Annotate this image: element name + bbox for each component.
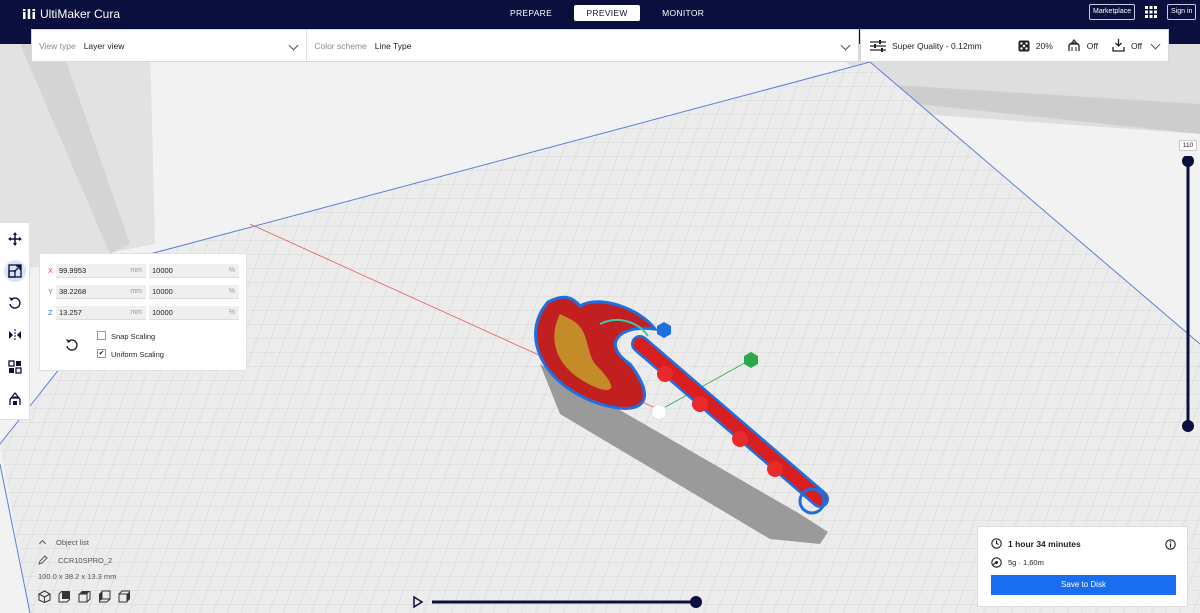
profile-name: Super Quality - 0.12mm — [892, 40, 982, 51]
snap-scaling-label: Snap Scaling — [111, 332, 156, 341]
layer-slider-bottom-handle[interactable] — [1182, 420, 1194, 432]
left-view-icon[interactable] — [98, 590, 111, 603]
printer-name: CCR10SPRO_2 — [58, 555, 113, 565]
adhesion-item: Off — [1112, 39, 1142, 52]
simulation-slider[interactable] — [410, 593, 710, 609]
tab-prepare[interactable]: PREPARE — [498, 5, 564, 21]
app-logo: UltiMaker Cura — [22, 7, 120, 21]
support-icon — [1068, 39, 1080, 51]
move-tool[interactable] — [4, 228, 26, 250]
app-title: UltiMaker Cura — [40, 7, 121, 21]
view-options-bar: View type Layer view Color scheme Line T… — [31, 29, 859, 62]
reset-scale-icon[interactable] — [65, 338, 79, 352]
save-to-disk-button[interactable]: Save to Disk — [991, 575, 1176, 595]
clock-icon — [991, 538, 1002, 549]
model-dimensions: 100.0 x 38.2 x 13.3 mm — [38, 572, 117, 581]
scale-row-z: Z 13.257 mm 10000% — [40, 306, 248, 320]
apps-grid-icon[interactable] — [1145, 6, 1157, 18]
scale-x-percent-input[interactable]: 10000% — [149, 264, 239, 278]
play-icon[interactable] — [413, 595, 424, 609]
scale-icon — [8, 264, 22, 278]
sign-in-button[interactable]: Sign in — [1167, 4, 1197, 20]
settings-sliders-icon — [870, 39, 886, 52]
snap-scaling-checkbox[interactable] — [97, 331, 106, 340]
axis-label-x: X — [48, 266, 54, 275]
print-time-row: 1 hour 34 minutes — [991, 538, 1081, 549]
ultimaker-logo-icon — [23, 9, 35, 19]
view-type-select[interactable]: View type Layer view — [32, 30, 308, 61]
view-type-value: Layer view — [83, 40, 125, 51]
pencil-icon — [38, 555, 48, 565]
info-icon[interactable] — [1165, 539, 1176, 550]
per-model-settings-icon — [8, 360, 22, 374]
marketplace-button[interactable]: Marketplace — [1089, 4, 1136, 20]
scale-tool-panel: X 99.9953 mm 10000% Y 38.2268 mm 10000% Z … — [39, 253, 247, 371]
profile-item: Super Quality - 0.12mm — [870, 39, 982, 52]
front-view-icon[interactable] — [58, 590, 71, 603]
scale-y-mm-input[interactable]: 38.2268 mm — [56, 285, 146, 299]
print-time: 1 hour 34 minutes — [1008, 538, 1081, 549]
view-orientation-buttons — [38, 590, 131, 603]
material-usage: 5g · 1.60m — [1008, 558, 1044, 567]
support-blocker-icon — [9, 392, 21, 405]
rotate-tool[interactable] — [4, 292, 26, 314]
print-settings-bar[interactable]: Super Quality - 0.12mm 20% Off Off — [860, 29, 1169, 62]
chevron-down-icon — [840, 40, 851, 51]
per-model-settings-tool[interactable] — [4, 356, 26, 378]
tab-preview[interactable]: PREVIEW — [574, 5, 641, 21]
rotate-icon — [9, 297, 21, 309]
adhesion-value: Off — [1130, 40, 1143, 51]
axis-label-z: Z — [48, 308, 53, 317]
color-scheme-label: Color scheme — [314, 40, 367, 51]
scale-y-percent-input[interactable]: 10000% — [149, 285, 239, 299]
object-list: Object list CCR10SPRO_2 100.0 x 38.2 x 1… — [38, 538, 131, 603]
support-value: Off — [1086, 40, 1098, 51]
stage-tabs: PREPARE PREVIEW MONITOR — [498, 5, 716, 21]
scale-row-y: Y 38.2268 mm 10000% — [40, 285, 248, 299]
chevron-down-icon[interactable] — [1150, 39, 1161, 50]
scale-z-percent-input[interactable]: 10000% — [149, 306, 239, 320]
tool-panel — [0, 222, 30, 420]
tab-monitor[interactable]: MONITOR — [650, 5, 716, 21]
material-row: 5g · 1.60m — [991, 557, 1044, 568]
object-list-title: Object list — [56, 538, 89, 547]
uniform-scaling-checkbox[interactable]: ✔ — [97, 349, 106, 358]
infill-value: 20% — [1035, 40, 1053, 51]
infill-item: 20% — [1018, 40, 1053, 52]
move-arrows-icon — [8, 232, 22, 246]
object-list-toggle[interactable]: Object list — [38, 538, 131, 548]
scale-z-mm-input[interactable]: 13.257 mm — [56, 306, 146, 320]
chevron-up-icon — [38, 539, 47, 548]
layer-slider[interactable] — [1178, 156, 1200, 436]
support-blocker-tool[interactable] — [4, 388, 26, 410]
scale-x-mm-input[interactable]: 99.9953 mm — [56, 264, 146, 278]
infill-icon — [1018, 40, 1030, 51]
layer-slider-top-handle[interactable] — [1182, 156, 1194, 167]
scale-row-x: X 99.9953 mm 10000% — [40, 264, 248, 278]
3d-view-icon[interactable] — [38, 590, 51, 603]
simulation-handle[interactable] — [690, 596, 702, 608]
spool-icon — [991, 557, 1002, 568]
print-info-panel: 1 hour 34 minutes 5g · 1.60m Save to Dis… — [977, 526, 1188, 607]
axis-label-y: Y — [48, 287, 54, 296]
chevron-down-icon — [288, 40, 299, 51]
layer-number[interactable]: 110 — [1179, 140, 1197, 151]
mirror-icon — [9, 329, 21, 341]
mirror-tool[interactable] — [4, 324, 26, 346]
uniform-scaling-label: Uniform Scaling — [111, 350, 164, 359]
right-view-icon[interactable] — [118, 590, 131, 603]
scale-tool[interactable] — [4, 260, 26, 282]
color-scheme-value: Line Type — [374, 40, 412, 51]
support-item: Off — [1067, 39, 1098, 52]
adhesion-icon — [1112, 39, 1125, 52]
object-list-item[interactable]: CCR10SPRO_2 — [38, 555, 131, 565]
top-view-icon[interactable] — [78, 590, 91, 603]
color-scheme-select[interactable]: Color scheme Line Type — [307, 30, 858, 61]
view-type-label: View type — [39, 40, 76, 51]
